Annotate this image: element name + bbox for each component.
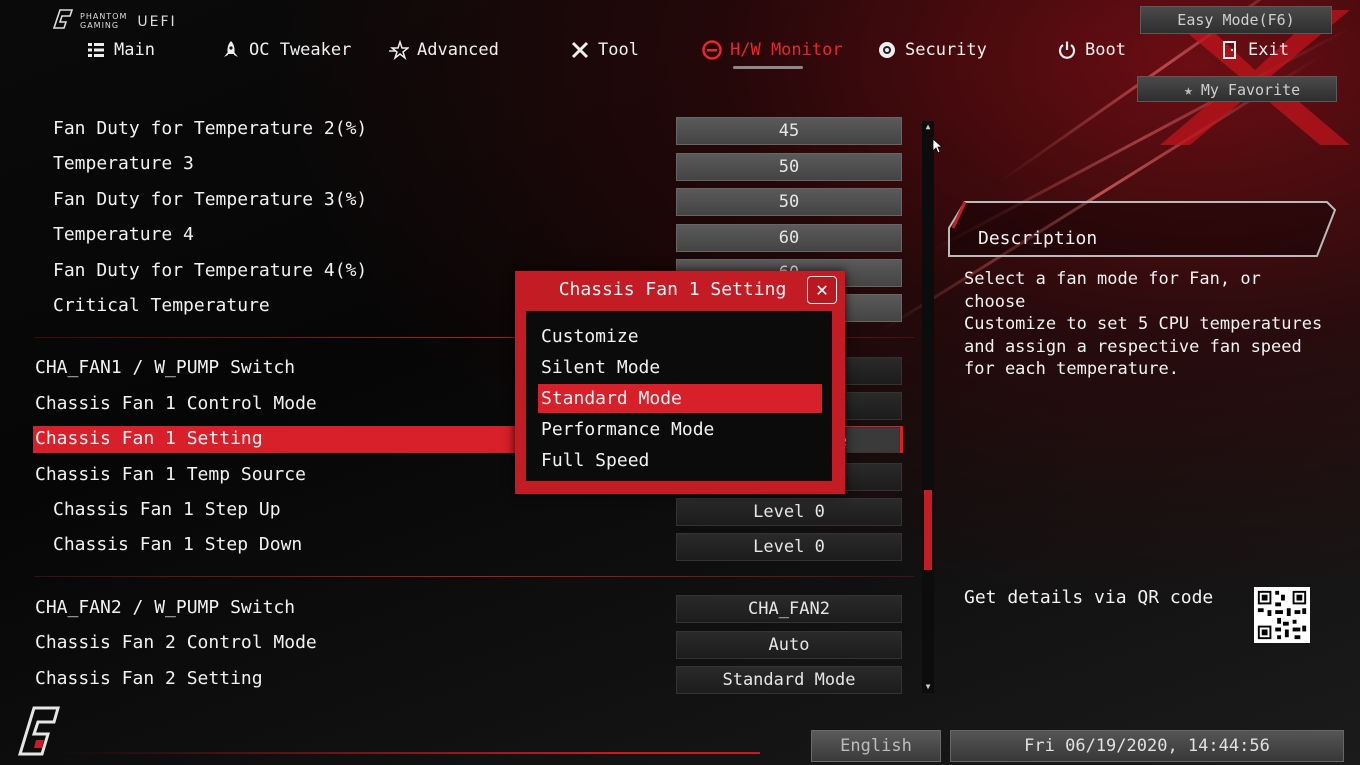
setting-value[interactable]: Level 0 [676,533,902,561]
scroll-up-arrow-icon[interactable]: ▲ [922,122,934,132]
setting-label[interactable]: CHA_FAN1 / W_PUMP Switch [35,357,295,378]
setting-label[interactable]: CHA_FAN2 / W_PUMP Switch [35,597,295,618]
popup-option[interactable]: Silent Mode [538,353,822,382]
power-icon [1058,41,1076,59]
setting-label[interactable]: Fan Duty for Temperature 2(%) [53,118,367,139]
easy-mode-button[interactable]: Easy Mode(F6) [1140,6,1332,34]
setting-label-selected[interactable]: Chassis Fan 1 Setting [35,428,263,449]
bios-screen: PHANTOM GAMING UEFI Easy Mode(F6) ★ My Fa… [0,0,1360,765]
my-favorite-label: My Favorite [1200,81,1301,99]
setting-label[interactable]: Chassis Fan 1 Temp Source [35,464,306,485]
datetime-display: Fri 06/19/2020, 14:44:56 [950,730,1344,762]
setting-label[interactable]: Temperature 3 [53,153,194,174]
scrollbar-thumb[interactable] [924,490,932,570]
tab-boot[interactable]: Boot [1057,40,1126,60]
setting-value[interactable]: 45 [676,117,902,145]
description-text: Select a fan mode for Fan, or choose Cus… [964,269,1323,379]
setting-value[interactable]: 60 [676,224,902,252]
close-icon[interactable]: ✕ [807,276,837,304]
tab-boot-label: Boot [1085,40,1126,60]
qr-code-label: Get details via QR code [964,587,1214,608]
setting-value[interactable]: Level 0 [676,498,902,526]
popup-option[interactable]: Full Speed [538,446,822,475]
qr-code-icon [1254,587,1310,643]
popup-option[interactable]: Customize [538,322,822,351]
section-divider [34,576,914,577]
setting-label[interactable]: Chassis Fan 2 Setting [35,668,263,689]
setting-label[interactable]: Chassis Fan 1 Step Up [53,499,281,520]
setting-value[interactable]: 50 [676,153,902,181]
popup-title: Chassis Fan 1 Setting [558,279,787,300]
description-title: Description [978,228,1098,249]
setting-label[interactable]: Chassis Fan 2 Control Mode [35,632,317,653]
setting-value[interactable]: Auto [676,631,902,659]
setting-label[interactable]: Temperature 4 [53,224,194,245]
tab-exit[interactable]: Exit [1220,40,1289,60]
popup-option[interactable]: Performance Mode [538,415,822,444]
setting-value[interactable]: Standard Mode [676,666,902,694]
scrollbar-track[interactable] [922,121,934,693]
exit-door-icon [1223,41,1236,59]
setting-label[interactable]: Chassis Fan 1 Step Down [53,534,302,555]
my-favorite-button[interactable]: ★ My Favorite [1137,76,1337,102]
mouse-cursor-icon [932,138,942,154]
tab-exit-label: Exit [1248,40,1289,60]
favorite-star-icon: ★ [1183,81,1193,99]
setting-label[interactable]: Fan Duty for Temperature 3(%) [53,189,367,210]
popup-option-list: Customize Silent Mode Standard Mode Perf… [526,311,832,481]
bottom-accent-line [60,752,760,754]
language-button[interactable]: English [811,730,941,762]
setting-value[interactable]: CHA_FAN2 [676,595,902,623]
phantom-gaming-bottom-logo-icon [17,706,60,756]
scroll-down-arrow-icon[interactable]: ▼ [922,682,934,692]
setting-label[interactable]: Critical Temperature [53,295,270,316]
popup-option-selected[interactable]: Standard Mode [538,384,822,413]
setting-label[interactable]: Chassis Fan 1 Control Mode [35,393,317,414]
fan-setting-popup: Chassis Fan 1 Setting ✕ Customize Silent… [515,271,845,494]
setting-value[interactable]: 50 [676,188,902,216]
setting-label[interactable]: Fan Duty for Temperature 4(%) [53,260,367,281]
